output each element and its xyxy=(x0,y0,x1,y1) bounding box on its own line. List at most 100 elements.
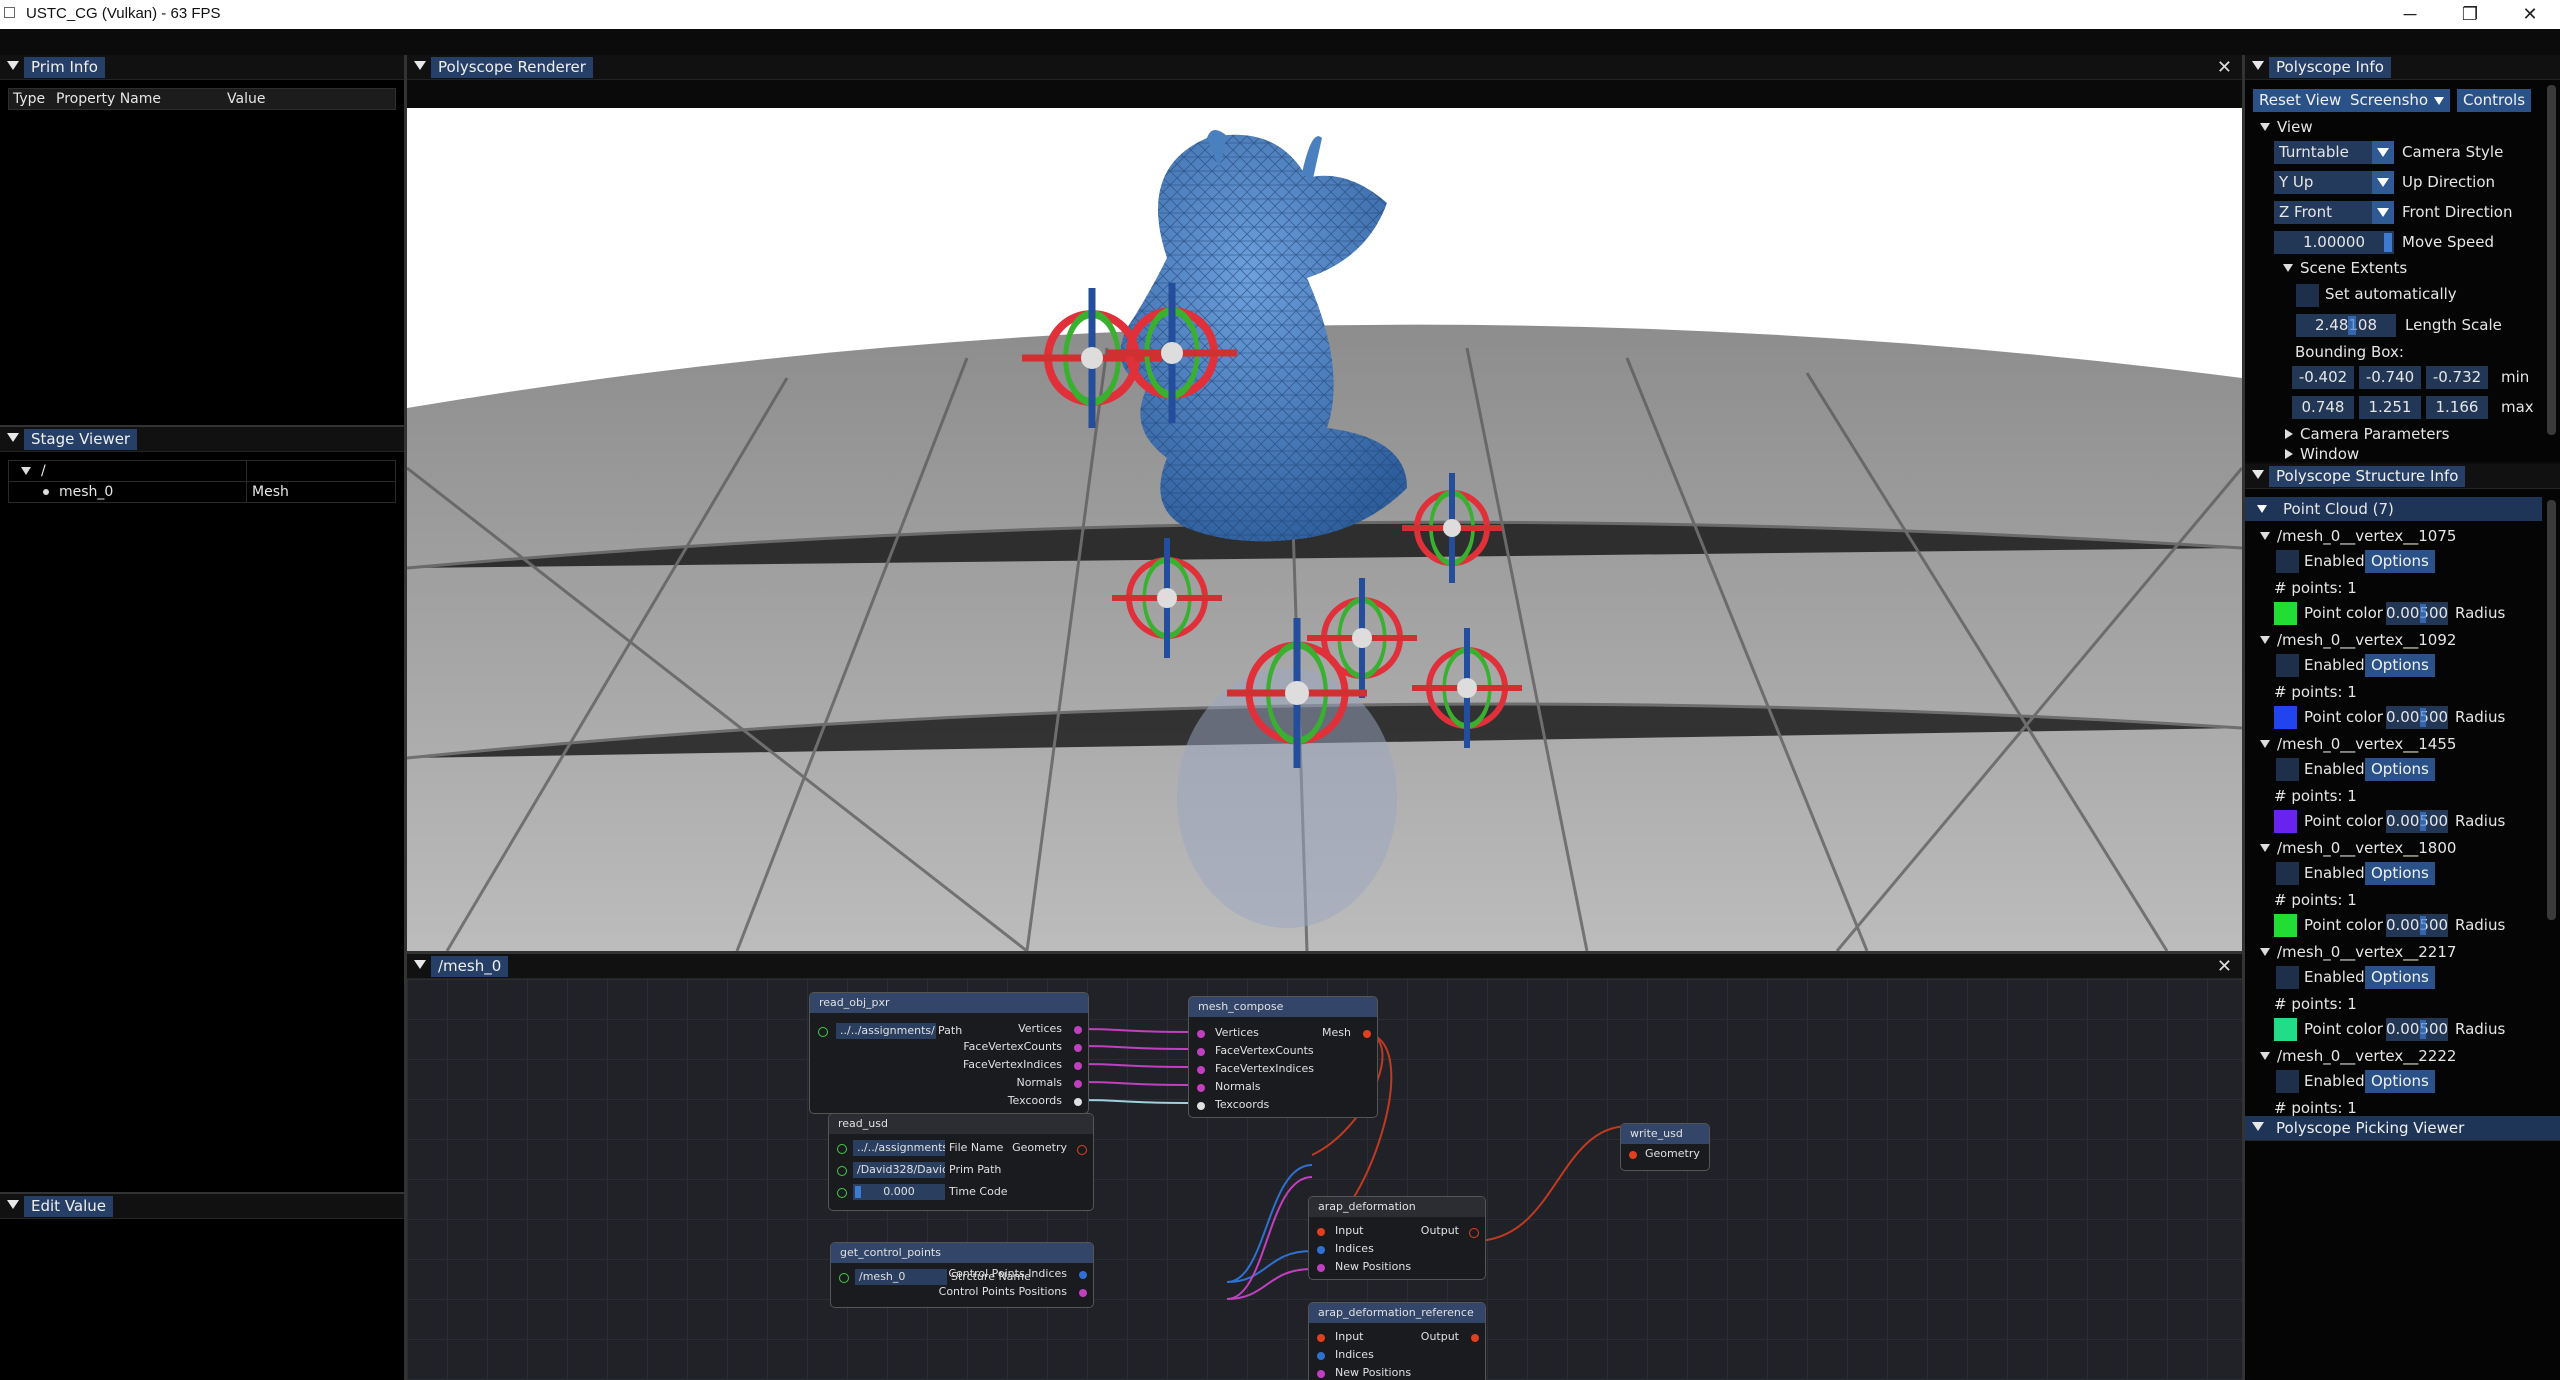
front-direction-select[interactable]: Z Front xyxy=(2274,201,2394,224)
stage-row-mesh[interactable]: mesh_0 Mesh xyxy=(8,481,396,503)
node-arap-deformation-reference[interactable]: arap_deformation_reference Input Indices… xyxy=(1308,1302,1486,1380)
camera-parameters-header[interactable]: Camera Parameters xyxy=(2300,424,2450,444)
output-pin[interactable] xyxy=(1074,1098,1082,1106)
radius-slider[interactable]: 0.00500 xyxy=(2386,602,2448,625)
maximize-button[interactable]: ❐ xyxy=(2440,0,2500,29)
output-pin[interactable] xyxy=(1074,1044,1082,1052)
input-pin[interactable] xyxy=(839,1273,849,1283)
input-pin[interactable] xyxy=(1317,1352,1325,1360)
collapse-arrow-icon[interactable] xyxy=(7,433,19,442)
camera-style-select[interactable]: Turntable xyxy=(2274,141,2394,164)
bbox-min-x[interactable]: -0.402 xyxy=(2292,366,2354,389)
input-pin[interactable] xyxy=(1317,1334,1325,1342)
radius-slider[interactable]: 0.00500 xyxy=(2386,706,2448,729)
expand-arrow-icon[interactable] xyxy=(2260,123,2270,131)
controls-button[interactable]: Controls xyxy=(2457,89,2532,112)
input-pin[interactable] xyxy=(818,1027,828,1037)
tab-picking-viewer[interactable]: Polyscope Picking Viewer xyxy=(2269,1118,2471,1139)
collapse-arrow-icon[interactable] xyxy=(414,960,426,969)
expand-arrow-icon[interactable] xyxy=(2260,636,2270,644)
expand-arrow-icon[interactable] xyxy=(2260,948,2270,956)
options-button[interactable]: Options xyxy=(2365,654,2435,677)
time-code-field[interactable]: 0.000 xyxy=(853,1184,945,1200)
input-pin[interactable] xyxy=(1317,1228,1325,1236)
close-icon[interactable]: ✕ xyxy=(2217,57,2232,78)
reset-view-button[interactable]: Reset View xyxy=(2253,89,2348,112)
input-pin[interactable] xyxy=(1197,1084,1205,1092)
tab-polyscope-info[interactable]: Polyscope Info xyxy=(2269,57,2391,78)
expand-arrow-icon[interactable] xyxy=(2260,1052,2270,1060)
slider-grab[interactable] xyxy=(2420,708,2426,727)
input-pin[interactable] xyxy=(1629,1151,1637,1159)
tab-stage-viewer[interactable]: Stage Viewer xyxy=(24,429,138,450)
view-header[interactable]: View xyxy=(2277,117,2313,137)
collapse-arrow-icon[interactable] xyxy=(2252,470,2264,479)
input-pin[interactable] xyxy=(1317,1246,1325,1254)
structure-item-name[interactable]: /mesh_0__vertex__1075 xyxy=(2277,526,2456,546)
file-name-field[interactable]: ../../assignments/ xyxy=(853,1140,945,1156)
output-pin[interactable] xyxy=(1074,1062,1082,1070)
enabled-checkbox[interactable] xyxy=(2276,966,2299,989)
slider-grab[interactable] xyxy=(2384,233,2392,252)
slider-grab[interactable] xyxy=(2348,316,2356,335)
output-pin[interactable] xyxy=(1471,1334,1479,1342)
input-pin[interactable] xyxy=(837,1144,847,1154)
output-pin[interactable] xyxy=(1074,1080,1082,1088)
minimize-button[interactable]: ─ xyxy=(2380,0,2440,29)
point-color-swatch[interactable] xyxy=(2274,914,2297,937)
node-read-usd[interactable]: read_usd ../../assignments/ File Name /D… xyxy=(828,1113,1094,1211)
input-pin[interactable] xyxy=(1197,1066,1205,1074)
collapsed-arrow-icon[interactable] xyxy=(2285,449,2293,459)
tab-graph-mesh[interactable]: /mesh_0 xyxy=(431,956,509,977)
scene-extents-header[interactable]: Scene Extents xyxy=(2300,258,2407,278)
expand-arrow-icon[interactable] xyxy=(2260,844,2270,852)
tab-edit-value[interactable]: Edit Value xyxy=(24,1196,114,1217)
slider-grab[interactable] xyxy=(2420,812,2426,831)
node-read-obj[interactable]: read_obj_pxr ../../assignments/ Path Ver… xyxy=(809,992,1089,1114)
radius-slider[interactable]: 0.00500 xyxy=(2386,914,2448,937)
node-mesh-compose[interactable]: mesh_compose Vertices FaceVertexCounts F… xyxy=(1188,996,1378,1118)
output-pin[interactable] xyxy=(1469,1228,1479,1238)
point-cloud-group-header[interactable]: Point Cloud (7) xyxy=(2245,497,2542,521)
slider-grab[interactable] xyxy=(2420,916,2426,935)
options-button[interactable]: Options xyxy=(2365,758,2435,781)
input-pin[interactable] xyxy=(1317,1370,1325,1378)
options-button[interactable]: Options xyxy=(2365,1070,2435,1093)
enabled-checkbox[interactable] xyxy=(2276,550,2299,573)
expand-arrow-icon[interactable] xyxy=(21,467,31,475)
close-window-button[interactable]: ✕ xyxy=(2500,0,2560,29)
point-color-swatch[interactable] xyxy=(2274,1018,2297,1041)
slider-grab[interactable] xyxy=(2420,604,2426,623)
up-direction-select[interactable]: Y Up xyxy=(2274,171,2394,194)
close-icon[interactable]: ✕ xyxy=(2217,956,2232,977)
window-header[interactable]: Window xyxy=(2300,444,2359,462)
options-button[interactable]: Options xyxy=(2365,550,2435,573)
set-automatically-checkbox[interactable] xyxy=(2296,284,2319,307)
scrollbar[interactable] xyxy=(2547,85,2556,435)
enabled-checkbox[interactable] xyxy=(2276,654,2299,677)
expand-arrow-icon[interactable] xyxy=(2283,264,2293,272)
options-button[interactable]: Options xyxy=(2365,966,2435,989)
collapse-arrow-icon[interactable] xyxy=(2252,61,2264,70)
collapse-arrow-icon[interactable] xyxy=(2252,1122,2264,1131)
collapse-arrow-icon[interactable] xyxy=(414,61,426,70)
tab-structure-info[interactable]: Polyscope Structure Info xyxy=(2269,466,2466,487)
bbox-min-z[interactable]: -0.732 xyxy=(2426,366,2488,389)
length-scale-slider[interactable]: 2.48108 xyxy=(2296,314,2396,337)
input-pin[interactable] xyxy=(1197,1030,1205,1038)
structure-item-name[interactable]: /mesh_0__vertex__1092 xyxy=(2277,630,2456,650)
structure-name-field[interactable]: /mesh_0 xyxy=(855,1269,947,1285)
collapse-arrow-icon[interactable] xyxy=(7,1200,19,1209)
node-get-control-points[interactable]: get_control_points /mesh_0 Strcture Name… xyxy=(830,1242,1094,1308)
input-pin[interactable] xyxy=(837,1188,847,1198)
screenshot-button[interactable]: Screenshot xyxy=(2344,89,2440,112)
radius-slider[interactable]: 0.00500 xyxy=(2386,1018,2448,1041)
structure-item-name[interactable]: /mesh_0__vertex__2222 xyxy=(2277,1046,2456,1066)
bbox-max-x[interactable]: 0.748 xyxy=(2292,396,2354,419)
structure-item-name[interactable]: /mesh_0__vertex__2217 xyxy=(2277,942,2456,962)
input-pin[interactable] xyxy=(1197,1102,1205,1110)
options-button[interactable]: Options xyxy=(2365,862,2435,885)
point-color-swatch[interactable] xyxy=(2274,810,2297,833)
prim-path-field[interactable]: /David328/David xyxy=(853,1162,945,1178)
structure-item-name[interactable]: /mesh_0__vertex__1800 xyxy=(2277,838,2456,858)
